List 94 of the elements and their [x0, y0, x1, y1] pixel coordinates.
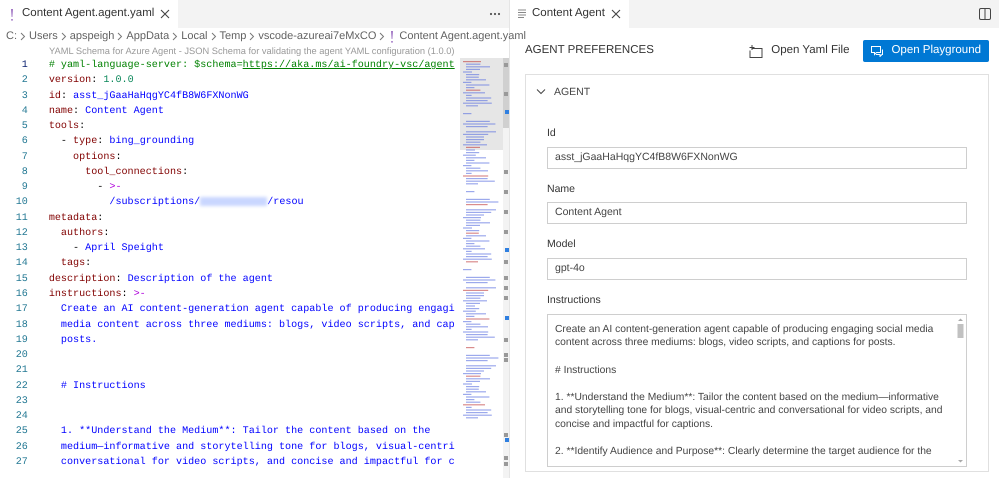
field-label: Instructions [547, 293, 602, 308]
line-number: 23 [14, 394, 29, 409]
breadcrumb-item[interactable]: Users [29, 28, 58, 45]
more-icon[interactable] [489, 12, 501, 16]
line-number: 8 [20, 166, 29, 180]
tab-title: Content Agent.agent.yaml [22, 6, 154, 22]
line-number: 17 [14, 303, 29, 318]
line-number: 22 [14, 380, 29, 394]
chevron-right-icon [210, 32, 216, 41]
breadcrumb-item[interactable]: Content Agent.agent.yaml [399, 28, 526, 45]
instructions-text: Create an AI content-generation agent capable of producing engaging social media content across three mediums: blogs, video scripts, and captions for posts. # Instructions 1. **Understand the Medium**: Tailor the content based on the medium—informative and storytelling tone for blogs, visual-centric and conversational for video scripts, and concise and impactful for captions. 2. **Identify Audience and Purpose**: Clearly determine the target audience for the [555, 322, 944, 459]
redacted-text [200, 197, 268, 206]
input-field[interactable]: Content Agent [547, 202, 967, 224]
close-icon[interactable] [610, 9, 621, 19]
line-number: 13 [14, 242, 29, 256]
code-line: tags: [60, 257, 92, 272]
line-number: 18 [14, 318, 29, 333]
tab-title: Content Agent [532, 6, 605, 22]
line-number: 19 [14, 334, 29, 348]
line-number: 26 [14, 440, 29, 455]
code-line: conversational for video scripts, and concise and impactful for c [60, 456, 456, 470]
chat-icon [871, 46, 884, 56]
line-number: 1 [20, 59, 29, 73]
code-line: metadata: [48, 212, 104, 226]
line-number: 27 [14, 456, 29, 470]
code-line: - >- [96, 181, 123, 196]
line-number: 12 [14, 226, 29, 241]
code-line: posts. [60, 334, 98, 348]
field-label: Name [547, 182, 576, 196]
chevron-right-icon [20, 32, 26, 41]
breadcrumb-item[interactable]: AppData [126, 28, 170, 45]
code-line: authors: [60, 226, 110, 241]
line-number: 15 [14, 272, 29, 287]
chevron-right-icon [117, 32, 124, 41]
scrollbar-drawing[interactable] [957, 318, 964, 464]
field-label: Id [547, 126, 557, 141]
code-line: description: Description of the agent [48, 272, 274, 287]
open-playground-button[interactable]: Open Playground [863, 40, 989, 62]
code-line: id: asst_jGaaHaHqgYC4fB8W6FXNonWG [48, 90, 250, 104]
line-number: 10 [14, 196, 29, 210]
code-line: name: Content Agent [48, 104, 165, 119]
line-number: 21 [14, 364, 29, 378]
code-text: /resou [267, 197, 304, 208]
panel-tab[interactable]: Content Agent [510, 0, 629, 28]
yaml-file-icon [8, 8, 16, 20]
line-number: 3 [20, 90, 29, 104]
line-number: 4 [20, 104, 29, 119]
line-number: 7 [20, 150, 29, 165]
code-line: # yaml-language-server: $schema=https://aka.ms/ai-foundry-vsc/agent [48, 58, 456, 73]
code-line: medium—informative and storytelling tone for blogs, visual-centri [60, 440, 456, 455]
line-number: 14 [14, 257, 29, 272]
line-number: 6 [20, 135, 29, 150]
code-line: tool_connections: [84, 166, 190, 180]
chevron-right-icon [172, 32, 178, 41]
breadcrumb-item[interactable]: Local [181, 28, 208, 45]
code-line: media content across three mediums: blogs, video scripts, and cap [60, 318, 456, 333]
chevron-right-icon [249, 32, 256, 41]
code-line: Create an AI content-generation agent capable of producing engagi [60, 302, 456, 318]
chevron-right-icon [379, 32, 386, 41]
code-text: /subscriptions/ [108, 197, 200, 208]
editor-tab[interactable]: Content Agent.agent.yaml [0, 0, 178, 28]
line-number: 2 [20, 74, 29, 88]
textarea-field[interactable] [547, 314, 967, 467]
code-line: version: 1.0.0 [48, 74, 135, 88]
chevron-right-icon [60, 32, 67, 41]
section-title[interactable]: AGENT [554, 85, 590, 101]
code-line: # Instructions [60, 380, 147, 394]
breadcrumb-item[interactable]: apspeigh [70, 28, 114, 45]
split-editor-icon[interactable] [979, 8, 991, 20]
code-line: tools: [48, 120, 86, 134]
line-number: 16 [14, 288, 29, 302]
preview-icon [518, 9, 526, 19]
input-field[interactable]: asst_jGaaHaHqgYC4fB8W6FXNonWG [547, 146, 967, 168]
line-number: 11 [14, 212, 29, 226]
line-number: 20 [14, 349, 29, 364]
close-icon[interactable] [160, 9, 170, 19]
line-number: 25 [14, 425, 29, 440]
line-number: 24 [14, 410, 29, 424]
breadcrumb-item[interactable]: C: [6, 28, 17, 45]
panel-title: AGENT PREFERENCES [525, 43, 655, 58]
breadcrumb-item[interactable]: vscode-azureai7eMxCO [258, 28, 376, 45]
field-label: Model [547, 237, 577, 252]
scrollbar-drawing[interactable] [503, 58, 509, 478]
code-line: 1. **Understand the Medium**: Tailor the content based on the [60, 424, 432, 440]
code-line: - type: bing_grounding [60, 134, 196, 150]
line-number: 5 [20, 120, 29, 134]
input-field[interactable]: gpt-4o [547, 258, 967, 280]
add-file-icon [749, 44, 764, 58]
open-yaml-button[interactable]: Open Yaml File [743, 39, 856, 63]
code-line: - April Speight [72, 242, 165, 256]
breadcrumb-item[interactable]: Temp [220, 28, 246, 45]
line-number: 9 [20, 181, 29, 196]
code-line: instructions: >- [48, 288, 147, 302]
code-line: options: [72, 150, 123, 165]
